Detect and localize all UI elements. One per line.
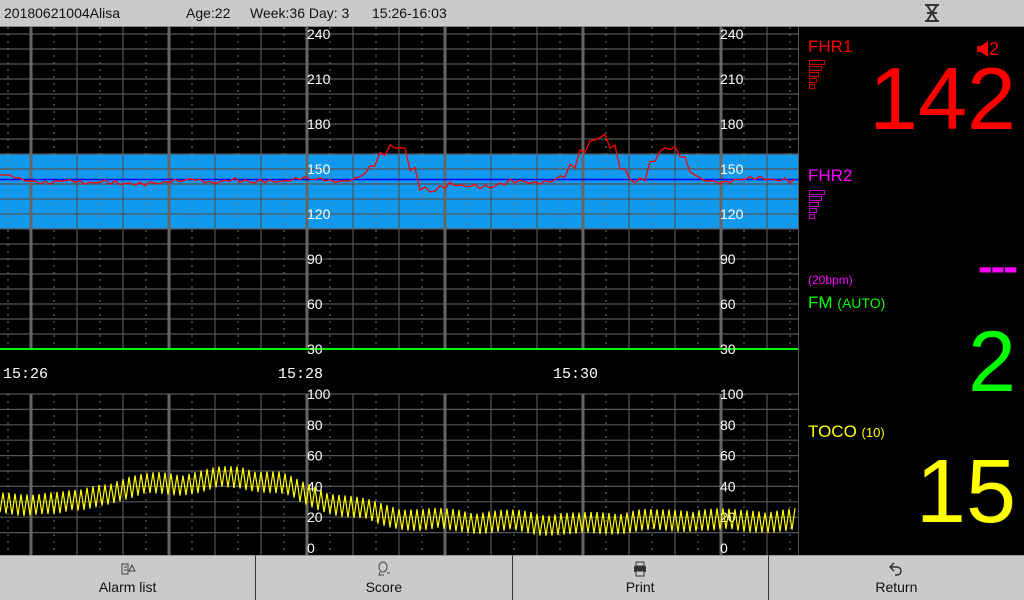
fhr-axis-label: 180 — [720, 116, 744, 132]
toco-trace — [0, 466, 796, 536]
fhr-axis-label: 240 — [307, 27, 331, 42]
print-button[interactable]: Print — [512, 555, 769, 600]
hourglass-icon — [925, 4, 939, 22]
fhr-axis-label: 90 — [307, 251, 323, 267]
fhr-axis-label: 60 — [720, 296, 736, 312]
alarm-list-icon — [121, 563, 136, 575]
toco-axis-label: 100 — [307, 386, 331, 402]
fhr-axis-label: 150 — [307, 161, 331, 177]
fhr1-value: 142 — [869, 49, 1016, 148]
fhr-axis-label: 60 — [307, 296, 323, 312]
fhr2-value: --- — [978, 242, 1018, 291]
time-label: 15:28 — [278, 366, 323, 383]
toco-axis-label: 100 — [720, 386, 744, 402]
fhr-axis-label: 30 — [720, 341, 736, 357]
toco-value: 15 — [915, 442, 1016, 542]
footer-toolbar: Alarm list Score Print Return — [0, 555, 1024, 600]
return-icon — [889, 562, 903, 576]
score-icon — [378, 561, 390, 576]
header-bar: 20180621004Alisa Age:22 Week:36 Day: 3 1… — [0, 0, 1024, 27]
patient-age: Age:22 — [186, 5, 231, 21]
fm-label: FM (AUTO) — [808, 293, 885, 313]
printer-icon — [634, 561, 647, 577]
fhr-axis-label: 120 — [307, 206, 331, 222]
fm-value: 2 — [968, 314, 1016, 410]
score-button[interactable]: Score — [256, 555, 513, 600]
fhr2-label: FHR2 — [808, 166, 853, 185]
time-label: 15:26 — [3, 366, 48, 383]
fhr-axis-label: 210 — [307, 71, 331, 87]
fhr-axis-label: 120 — [720, 206, 744, 222]
vitals-panel: FHR1 2 142 FHR2 (20bpm) --- FM (AUTO) 2 … — [798, 27, 1024, 555]
score-label: Score — [365, 579, 403, 595]
toco-axis-label: 60 — [720, 448, 736, 464]
toco-axis-label: 20 — [307, 509, 323, 525]
gestation-week: Week:36 Day: 3 — [250, 5, 350, 21]
patient-id: 20180621004Alisa — [4, 5, 120, 21]
time-label: 15:30 — [553, 366, 598, 383]
toco-axis-label: 80 — [720, 417, 736, 433]
fhr1-label: FHR1 — [808, 37, 853, 56]
fm-mode: (AUTO) — [837, 295, 886, 311]
fhr-axis-label: 210 — [720, 71, 744, 87]
time-range: 15:26-16:03 — [372, 5, 447, 21]
alarm-list-button[interactable]: Alarm list — [0, 555, 257, 600]
print-label: Print — [625, 579, 655, 595]
trace-chart: 240 210 180 150 120 90 60 30 100 80 60 40 20 0 240 210 1… — [0, 27, 798, 555]
fhr2-offset: (20bpm) — [808, 273, 853, 287]
toco-axis-label: 40 — [720, 478, 736, 494]
toco-label: TOCO (10) — [808, 422, 885, 442]
fhr-axis-label: 180 — [307, 116, 331, 132]
toco-axis-label: 0 — [720, 540, 728, 555]
fhr-axis-label: 90 — [720, 251, 736, 267]
alarm-list-label: Alarm list — [98, 579, 157, 595]
toco-axis-label: 60 — [307, 448, 323, 464]
return-label: Return — [875, 579, 918, 595]
toco-title: TOCO — [808, 422, 857, 441]
fm-title: FM — [808, 293, 833, 312]
toco-zero: (10) — [861, 425, 885, 440]
return-button[interactable]: Return — [768, 555, 1024, 600]
fhr-axis-label: 240 — [720, 27, 744, 42]
toco-axis-label: 0 — [307, 540, 315, 555]
fhr-axis-label: 150 — [720, 161, 744, 177]
toco-axis-label: 80 — [307, 417, 323, 433]
fhr1-signal-icon — [809, 60, 825, 90]
fhr2-signal-icon — [809, 190, 825, 220]
fhr-axis-label: 30 — [307, 341, 323, 357]
